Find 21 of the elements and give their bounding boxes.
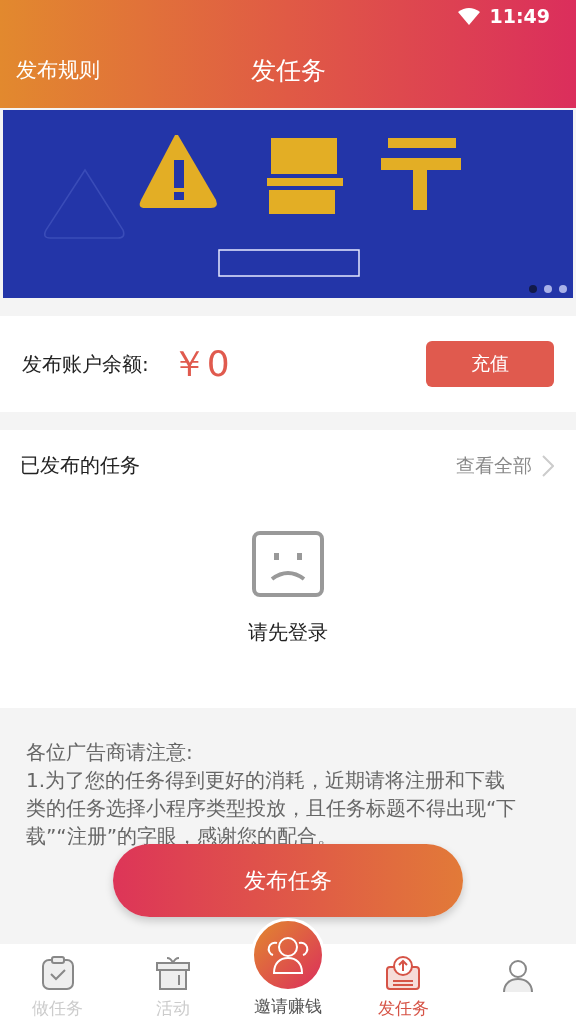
pager-dot[interactable] (559, 285, 567, 293)
gift-icon (154, 955, 191, 991)
page-title: 发任务 (250, 54, 326, 87)
rules-link[interactable]: 发布规则 (16, 56, 100, 84)
balance-label: 发布账户余额: (22, 350, 149, 378)
view-all-link[interactable]: 查看全部 (456, 452, 554, 479)
clipboard-check-icon (39, 955, 76, 991)
sad-face-icon (252, 531, 324, 597)
wifi-icon (457, 7, 480, 25)
pager-dot[interactable] (544, 285, 552, 293)
tab-item[interactable]: 发任务 (345, 944, 461, 1024)
chevron-right-icon (542, 454, 554, 477)
status-time: 11:49 (489, 5, 550, 27)
balance-amount: ￥0 (170, 341, 231, 386)
section-title: 已发布的任务 (20, 452, 140, 479)
tab-item[interactable]: 邀请赚钱 (230, 918, 346, 1024)
upload-tray-icon (385, 955, 422, 991)
recharge-button[interactable]: 充值 (426, 341, 554, 387)
login-prompt: 请先登录 (248, 619, 328, 646)
notice-heading: 各位广告商请注意: (26, 739, 194, 766)
pager-dot[interactable] (529, 285, 537, 293)
